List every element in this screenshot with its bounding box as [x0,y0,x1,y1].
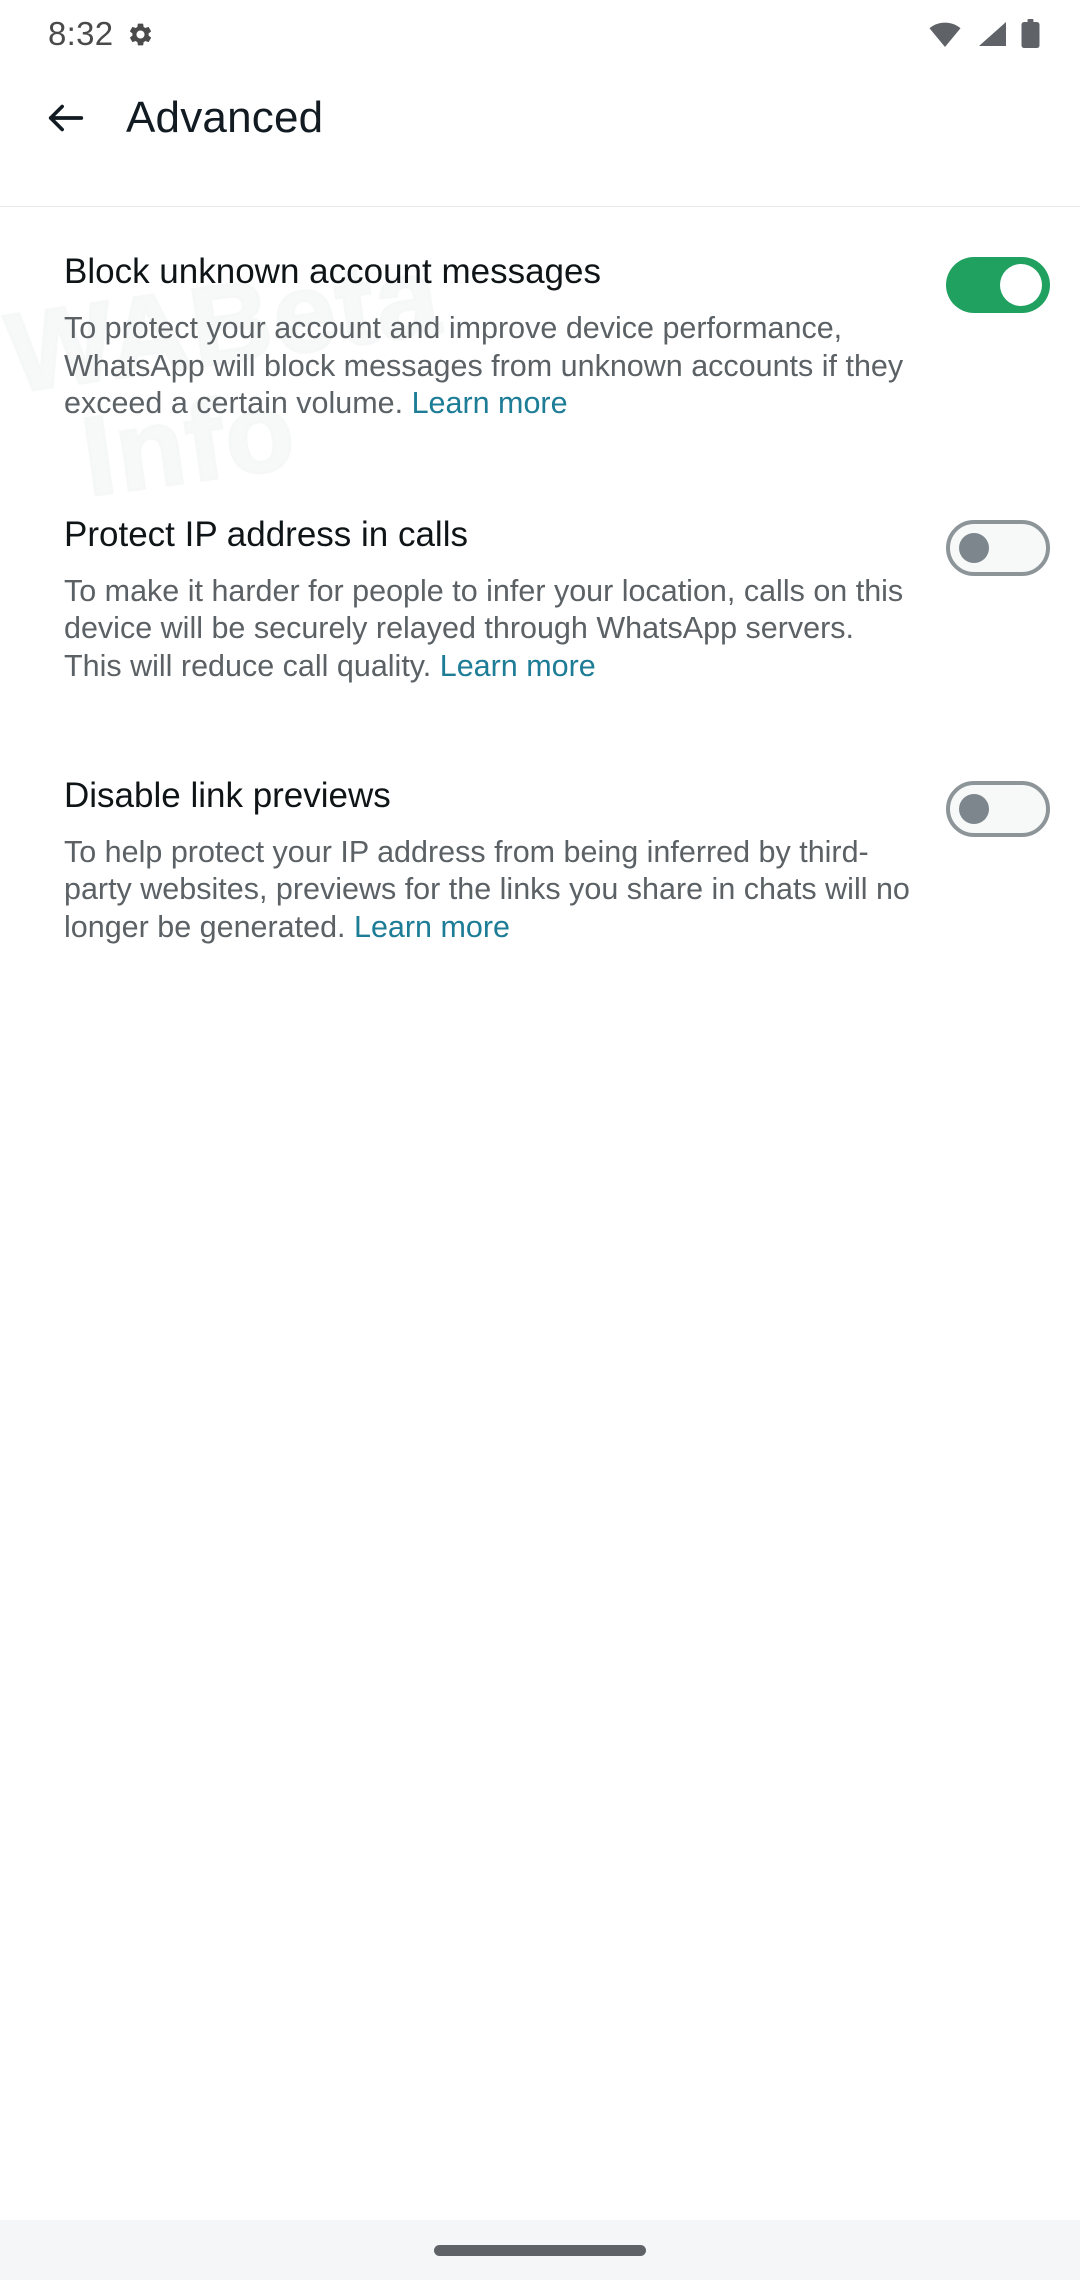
setting-text-block: Block unknown account messages To protec… [64,251,946,422]
toggle-knob [1000,264,1042,306]
app-bar: Advanced [0,68,1080,168]
app-bar-divider [0,206,1080,207]
gear-icon [130,23,152,45]
toggle-knob [959,532,989,563]
setting-text-protect-ip: Protect IP address in calls To make it h… [64,514,946,685]
navigation-bar [0,2220,1080,2280]
battery-icon [1021,19,1040,48]
row-spacer-2 [0,685,1080,749]
setting-row-block-unknown-account-messages[interactable]: Block unknown account messages To protec… [0,225,1080,422]
toggle-knob [959,793,989,824]
status-bar: 8:32 [0,0,1080,68]
settings-list: Block unknown account messages To protec… [0,207,1080,2220]
toggle-protect-ip-address-in-calls[interactable] [946,519,1050,576]
back-button[interactable] [30,82,102,154]
status-bar-clock: 8:32 [48,15,114,52]
status-bar-left: 8:32 [48,15,154,53]
row-spacer-1 [0,422,1080,488]
status-bar-right [927,19,1040,49]
setting-text-disable-link-previews: Disable link previews To help protect yo… [64,775,946,946]
setting-description-disable-link-previews: To help protect your IP address from bei… [64,834,912,946]
learn-more-link-protect-ip[interactable]: Learn more [440,649,596,683]
setting-title-protect-ip: Protect IP address in calls [64,514,468,554]
setting-title-block: Block unknown account messages [64,252,601,291]
setting-description-protect-ip: To make it harder for people to infer yo… [64,573,912,685]
toggle-block-unknown-account-messages[interactable] [946,257,1050,313]
toggle-disable-link-previews[interactable] [946,780,1050,837]
page-title: Advanced [126,93,324,142]
learn-more-link-disable-link-previews[interactable]: Learn more [354,910,510,944]
setting-row-disable-link-previews[interactable]: Disable link previews To help protect yo… [0,749,1080,946]
home-gesture-pill[interactable] [434,2244,646,2256]
learn-more-link-block[interactable]: Learn more [412,386,568,420]
phone-screen: WABeta Info 8:32 Advanced Block unknown … [0,0,1080,2280]
cellular-signal-icon [979,22,1006,46]
setting-description-block: To protect your account and improve devi… [64,310,912,422]
back-arrow-icon [48,104,84,132]
wifi-icon [929,22,961,47]
setting-title-disable-link-previews: Disable link previews [64,775,391,815]
setting-row-protect-ip-address-in-calls[interactable]: Protect IP address in calls To make it h… [0,488,1080,685]
